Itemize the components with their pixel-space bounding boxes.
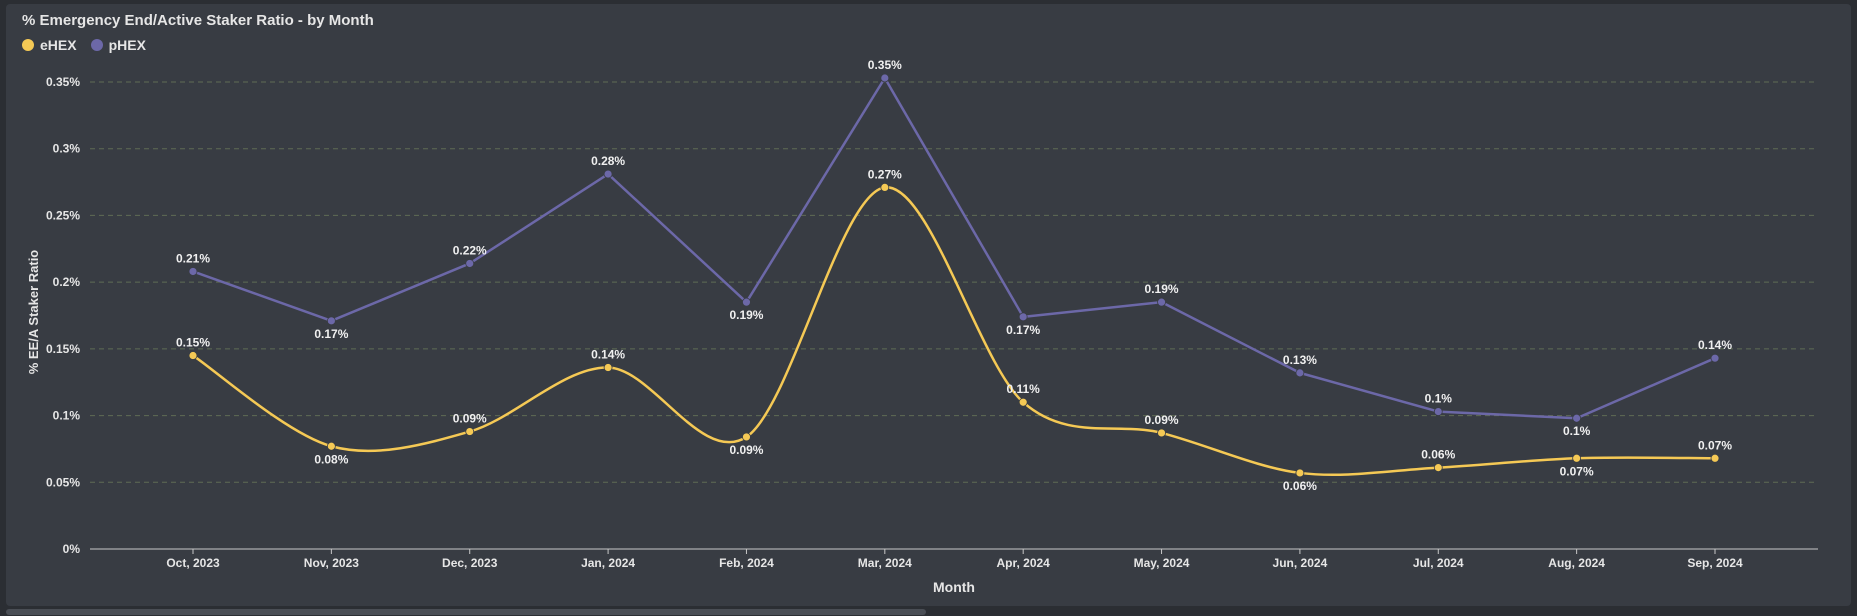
data-label-ehex: 0.11%	[1006, 382, 1040, 396]
data-point-phex	[1433, 407, 1443, 416]
data-point-ehex	[326, 441, 336, 451]
y-tick-label: 0.2%	[53, 275, 81, 289]
data-point-ehex	[188, 351, 198, 360]
data-point-ehex	[1157, 428, 1166, 438]
data-label-ehex: 0.14%	[591, 348, 625, 362]
data-label-phex: 0.1%	[1563, 424, 1591, 438]
data-point-phex	[326, 316, 336, 326]
data-point-phex	[1572, 413, 1582, 423]
data-label-ehex: 0.06%	[1283, 479, 1317, 493]
data-label-phex: 0.1%	[1425, 392, 1453, 406]
data-point-ehex	[1018, 397, 1028, 407]
x-tick-label: Jul, 2024	[1413, 556, 1464, 570]
data-point-phex	[603, 169, 613, 179]
series-line-phex	[192, 76, 1716, 420]
x-tick-label: Mar, 2024	[858, 556, 912, 570]
data-label-phex: 0.14%	[1698, 338, 1732, 352]
data-point-phex	[465, 259, 475, 268]
data-label-phex: 0.19%	[1145, 282, 1179, 296]
data-label-phex: 0.17%	[1006, 323, 1040, 337]
y-tick-label: 0.25%	[46, 208, 80, 222]
line-chart: 0% 0.05% 0.1% 0.15% 0.2% 0.25% 0.3% 0.35% Oct, 2…	[26, 58, 1818, 595]
x-tick-label: Oct, 2023	[166, 556, 220, 570]
data-point-ehex	[1710, 453, 1720, 463]
x-tick-label: Aug, 2024	[1548, 556, 1605, 570]
data-label-phex: 0.28%	[591, 154, 625, 168]
x-tick-label: May, 2024	[1134, 556, 1190, 570]
data-point-ehex	[1572, 453, 1582, 463]
data-point-ehex	[603, 363, 613, 372]
data-point-phex	[188, 267, 198, 276]
y-axis-title: % EE/A Staker Ratio	[26, 250, 41, 375]
data-label-ehex: 0.09%	[453, 412, 487, 426]
data-label-phex: 0.13%	[1283, 353, 1317, 367]
data-label-ehex: 0.09%	[1145, 413, 1179, 427]
data-point-phex	[1295, 368, 1305, 378]
series-line-ehex	[192, 186, 1716, 477]
data-point-phex	[1018, 312, 1028, 322]
data-point-phex	[742, 297, 751, 307]
y-tick-label: 0.35%	[46, 75, 80, 89]
data-point-ehex	[1295, 468, 1305, 478]
data-label-ehex: 0.27%	[868, 167, 902, 181]
data-point-ehex	[465, 427, 475, 436]
data-point-phex	[1157, 297, 1166, 307]
data-label-ehex: 0.06%	[1421, 448, 1455, 462]
data-label-ehex: 0.07%	[1698, 438, 1732, 452]
x-tick-label: Jan, 2024	[581, 556, 635, 570]
x-tick-label: Apr, 2024	[996, 556, 1050, 570]
data-label-phex: 0.22%	[453, 243, 487, 257]
y-tick-label: 0.15%	[46, 342, 80, 356]
data-label-ehex: 0.08%	[314, 452, 348, 466]
data-point-ehex	[1433, 463, 1443, 473]
data-label-phex: 0.19%	[729, 308, 763, 322]
data-label-ehex: 0.07%	[1560, 464, 1594, 478]
data-label-ehex: 0.09%	[729, 443, 763, 457]
data-point-ehex	[880, 183, 890, 192]
data-label-phex: 0.21%	[176, 251, 210, 265]
x-tick-label: Dec, 2023	[442, 556, 498, 570]
data-point-phex	[880, 73, 890, 83]
horizontal-scrollbar[interactable]	[6, 609, 926, 615]
x-tick-label: Feb, 2024	[719, 556, 774, 570]
y-tick-label: 0.3%	[53, 142, 81, 156]
y-tick-label: 0.1%	[53, 409, 81, 423]
x-tick-label: Jun, 2024	[1273, 556, 1328, 570]
data-label-phex: 0.17%	[314, 327, 348, 341]
y-tick-label: 0.05%	[46, 475, 80, 489]
data-point-phex	[1710, 353, 1720, 363]
x-tick-label: Sep, 2024	[1687, 556, 1743, 570]
x-tick-label: Nov, 2023	[304, 556, 359, 570]
data-point-ehex	[742, 432, 751, 442]
y-tick-label: 0%	[63, 542, 81, 556]
data-label-ehex: 0.15%	[176, 336, 210, 350]
x-axis-title: Month	[933, 579, 975, 595]
data-label-phex: 0.35%	[868, 58, 902, 72]
